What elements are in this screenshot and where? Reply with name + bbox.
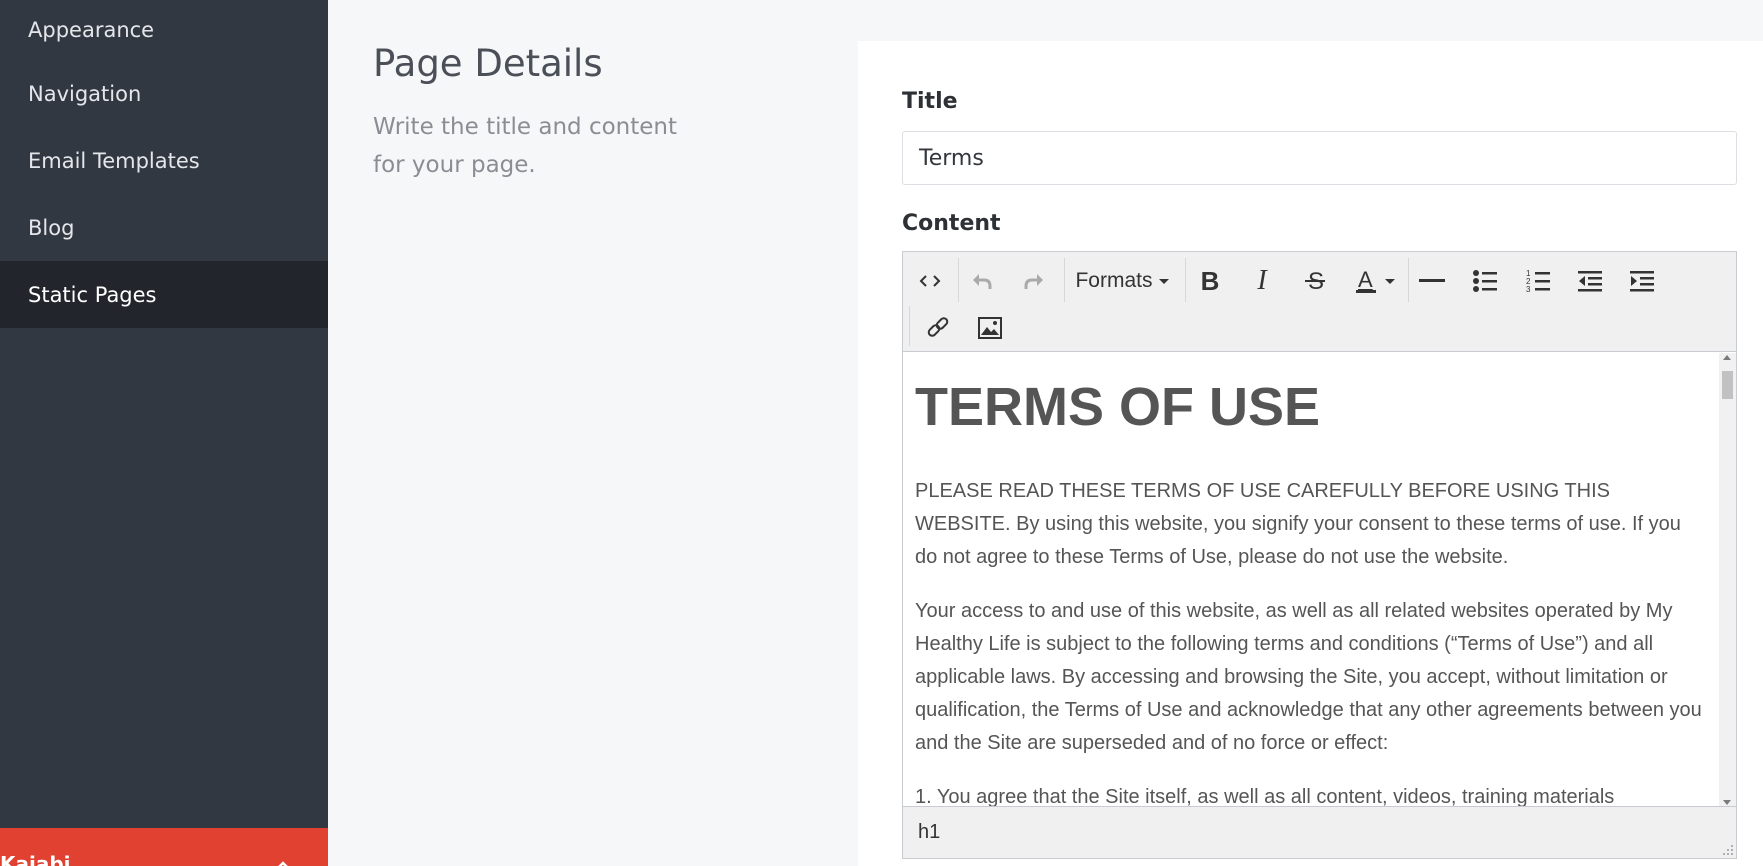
sidebar-item-label: Email Templates (28, 148, 200, 173)
bullet-list-icon[interactable] (1468, 261, 1502, 301)
undo-icon[interactable] (965, 261, 999, 301)
sidebar-item-label: Navigation (28, 81, 142, 106)
content-label: Content (902, 211, 1001, 236)
content-paragraph: 1. You agree that the Site itself, as we… (915, 786, 1615, 807)
strikethrough-icon[interactable]: S (1298, 261, 1332, 301)
text-color-icon[interactable]: A (1349, 261, 1383, 301)
title-input[interactable] (902, 131, 1737, 185)
sidebar-item-appearance[interactable]: Appearance (0, 0, 328, 60)
brand-menu[interactable]: Kajabi (0, 828, 328, 866)
scroll-down-arrow-icon[interactable] (1723, 800, 1731, 805)
numbered-list-icon[interactable]: 123 (1521, 261, 1555, 301)
italic-icon[interactable]: I (1245, 261, 1279, 301)
rich-text-editor: Formats B I S A 1 2 3 TERMS OF USE PLEAS… (902, 251, 1737, 859)
resize-handle-icon[interactable] (1722, 844, 1734, 856)
caret-down-icon (1158, 279, 1169, 284)
element-path[interactable]: h1 (918, 821, 940, 844)
svg-text:A: A (1358, 267, 1373, 292)
sidebar-item-static-pages[interactable]: Static Pages (0, 261, 328, 328)
page-title: Page Details (373, 42, 603, 85)
redo-icon[interactable] (1017, 261, 1051, 301)
page-details-panel: Title Content Formats B (858, 41, 1763, 866)
text-color-caret-icon[interactable] (1381, 261, 1399, 301)
source-code-icon[interactable] (913, 261, 947, 301)
brand-logo: Kajabi (0, 852, 71, 866)
sidebar-item-label: Appearance (28, 18, 155, 42)
horizontal-rule-icon[interactable] (1415, 261, 1449, 301)
link-icon[interactable] (921, 308, 955, 348)
svg-text:3: 3 (1526, 285, 1531, 294)
editor-toolbar: Formats B I S A 1 2 3 (903, 252, 1736, 352)
sidebar: Appearance Navigation Email Templates Bl… (0, 0, 328, 866)
content-paragraph: PLEASE READ THESE TERMS OF USE CAREFULLY… (915, 480, 1681, 568)
indent-icon[interactable] (1625, 261, 1659, 301)
chevron-up-icon (270, 846, 300, 866)
sidebar-item-email-templates[interactable]: Email Templates (0, 127, 328, 194)
content-heading: TERMS OF USE (915, 377, 1321, 437)
scroll-thumb[interactable] (1722, 371, 1733, 399)
formats-label: Formats (1075, 269, 1153, 292)
bold-icon[interactable]: B (1193, 261, 1227, 301)
section-description: Write the title and content for your pag… (373, 114, 678, 178)
sidebar-item-label: Static Pages (28, 282, 157, 307)
editor-content[interactable]: TERMS OF USE PLEASE READ THESE TERMS OF … (903, 353, 1720, 807)
outdent-icon[interactable] (1573, 261, 1607, 301)
title-label: Title (902, 89, 958, 114)
sidebar-item-label: Blog (28, 215, 75, 240)
editor-scrollbar[interactable] (1719, 353, 1736, 807)
scroll-up-arrow-icon[interactable] (1723, 355, 1731, 360)
sidebar-item-blog[interactable]: Blog (0, 194, 328, 261)
content-paragraph: Your access to and use of this website, … (915, 600, 1702, 754)
editor-statusbar: h1 (903, 806, 1736, 858)
formats-dropdown[interactable]: Formats (1073, 261, 1173, 301)
sidebar-item-navigation[interactable]: Navigation (0, 60, 328, 127)
image-icon[interactable] (973, 308, 1007, 348)
